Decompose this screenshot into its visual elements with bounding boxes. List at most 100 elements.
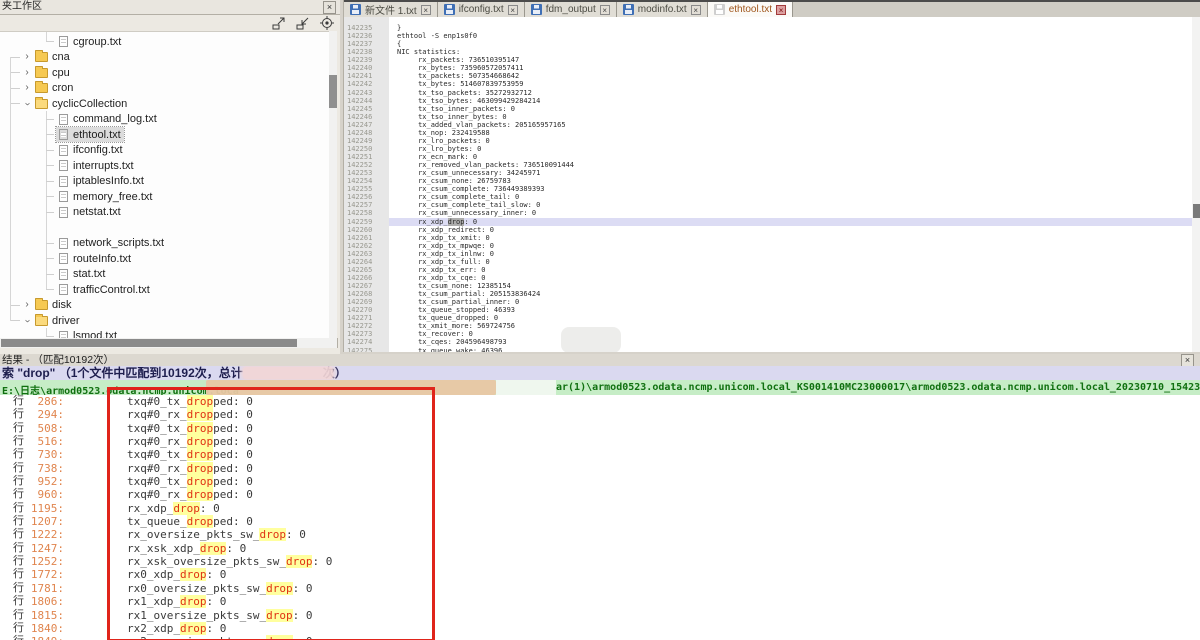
tree-item-lsmod-txt[interactable]: lsmod.txt (0, 329, 336, 339)
tab--1-txt[interactable]: 新文件 1.txt× (344, 2, 438, 17)
tree-item-target[interactable]: cyclicCollection (32, 96, 130, 111)
editor-line[interactable]: 142272 tx_xmit_more: 569724756 (344, 322, 1192, 330)
editor-line[interactable]: 142239 rx_packets: 736510395147 (344, 56, 1192, 64)
editor-line[interactable]: 142249 rx_lro_packets: 0 (344, 137, 1192, 145)
tree-item-cycliccollection[interactable]: ›cyclicCollection (0, 96, 336, 112)
tree-item-target[interactable]: netstat.txt (56, 205, 124, 220)
editor-line[interactable]: 142254 rx_csum_none: 26759783 (344, 177, 1192, 185)
chevron-down-icon[interactable]: › (22, 99, 32, 109)
editor-line[interactable]: 142263 rx_xdp_tx_inlnw: 0 (344, 250, 1192, 258)
search-result-row[interactable]: 行738:rxq#0_rx_dropped: 0 (0, 462, 1200, 475)
tree-item-target[interactable]: stat.txt (56, 267, 108, 282)
chevron-right-icon[interactable]: › (22, 300, 32, 310)
editor-line[interactable]: 142275 tx_queue_wake: 46396 (344, 347, 1192, 353)
locate-current-file-icon[interactable] (320, 16, 334, 30)
tree-item-target[interactable]: trafficControl.txt (56, 282, 153, 297)
tab-fdm-output[interactable]: fdm_output× (525, 2, 617, 17)
editor-line[interactable]: 142258 rx_csum_unnecessary_inner: 0 (344, 209, 1192, 217)
tab-ifconfig-txt[interactable]: ifconfig.txt× (438, 2, 525, 17)
tree-item-routeinfo-txt[interactable]: routeInfo.txt (0, 251, 336, 267)
tree-item-cron[interactable]: ›cron (0, 81, 336, 97)
search-result-row[interactable]: 行1840:rx2_xdp_drop: 0 (0, 622, 1200, 635)
tree-item-trafficcontrol-txt[interactable]: trafficControl.txt (0, 282, 336, 298)
editor-line[interactable]: 142248 tx_nop: 232419588 (344, 129, 1192, 137)
editor-line[interactable]: 142251 rx_ecn_mark: 0 (344, 153, 1192, 161)
chevron-right-icon[interactable]: › (22, 68, 32, 78)
tree-item-target[interactable]: disk (32, 298, 75, 313)
editor-line[interactable]: 142246 tx_tso_inner_bytes: 0 (344, 113, 1192, 121)
search-result-row[interactable]: 行952:txq#0_tx_dropped: 0 (0, 475, 1200, 488)
chevron-right-icon[interactable]: › (22, 83, 32, 93)
tree-item-ethtool-txt[interactable]: ethtool.txt (0, 127, 336, 143)
editor-line[interactable]: 142245 tx_tso_inner_packets: 0 (344, 105, 1192, 113)
editor-line[interactable]: 142270 tx_queue_stopped: 46393 (344, 306, 1192, 314)
search-result-row[interactable]: 行1247:rx_xsk_xdp_drop: 0 (0, 542, 1200, 555)
expand-all-icon[interactable] (272, 17, 287, 30)
search-result-row[interactable]: 行1222:rx_oversize_pkts_sw_drop: 0 (0, 528, 1200, 541)
tree-item-target[interactable]: interrupts.txt (56, 158, 137, 173)
search-result-row[interactable]: 行1781:rx0_oversize_pkts_sw_drop: 0 (0, 582, 1200, 595)
tree-item-iptablesinfo-txt[interactable]: iptablesInfo.txt (0, 174, 336, 190)
editor-line[interactable]: 142259 rx_xdp_drop: 0 (344, 218, 1192, 226)
tree-item-target[interactable]: iptablesInfo.txt (56, 174, 147, 189)
tree-item-target[interactable]: cpu (32, 65, 73, 80)
chevron-down-icon[interactable]: › (22, 316, 32, 326)
editor-line[interactable]: 142269 tx_csum_partial_inner: 0 (344, 298, 1192, 306)
tab-close-icon[interactable]: × (600, 5, 610, 15)
editor-line[interactable]: 142261 rx_xdp_tx_xmit: 0 (344, 234, 1192, 242)
editor-line[interactable]: 142266 rx_xdp_tx_cqe: 0 (344, 274, 1192, 282)
tree-horizontal-scrollbar[interactable] (0, 338, 338, 348)
search-result-row[interactable]: 行516:rxq#0_rx_dropped: 0 (0, 435, 1200, 448)
tab-modinfo-txt[interactable]: modinfo.txt× (617, 2, 708, 17)
editor-line[interactable]: 142271 tx_queue_dropped: 0 (344, 314, 1192, 322)
tree-item-cpu[interactable]: ›cpu (0, 65, 336, 81)
search-result-row[interactable]: 行1849:rx2_oversize_pkts_sw_drop: 0 (0, 635, 1200, 640)
editor-line[interactable]: 142262 rx_xdp_tx_mpwqe: 0 (344, 242, 1192, 250)
matched-file-path[interactable]: E:\日志\armod0523.odata.ncmp.unicom.loca a… (0, 380, 1200, 395)
workspace-close-button[interactable]: × (323, 1, 336, 14)
editor-line[interactable]: 142235} (344, 24, 1192, 32)
tree-item-target[interactable]: cron (32, 81, 76, 96)
editor-line[interactable]: 142242 tx_bytes: 514607839753959 (344, 80, 1192, 88)
editor-line[interactable]: 142241 tx_packets: 507354668642 (344, 72, 1192, 80)
editor-line[interactable]: 142257 rx_csum_complete_tail_slow: 0 (344, 201, 1192, 209)
collapse-all-icon[interactable] (296, 17, 311, 30)
tree-item-target[interactable]: network_scripts.txt (56, 236, 167, 251)
tree-item-netstat-txt[interactable]: netstat.txt (0, 205, 336, 221)
tree-item-cna[interactable]: ›cna (0, 50, 336, 66)
tree-item-target[interactable]: cna (32, 50, 73, 65)
chevron-right-icon[interactable]: › (22, 52, 32, 62)
editor-line[interactable]: 142274 tx_cqes: 204596498793 (344, 338, 1192, 346)
editor-line[interactable]: 142265 rx_xdp_tx_err: 0 (344, 266, 1192, 274)
editor-line[interactable]: 142240 rx_bytes: 735960572057411 (344, 64, 1192, 72)
tab-ethtool-txt[interactable]: ethtool.txt× (708, 2, 793, 17)
search-result-row[interactable]: 行1772:rx0_xdp_drop: 0 (0, 568, 1200, 581)
tree-item-network-scripts-txt[interactable]: network_scripts.txt (0, 236, 336, 252)
editor-line[interactable]: 142273 tx_recover: 0 (344, 330, 1192, 338)
editor-line[interactable]: 142244 tx_tso_bytes: 463099429284214 (344, 97, 1192, 105)
search-result-row[interactable]: 行1815:rx1_oversize_pkts_sw_drop: 0 (0, 609, 1200, 622)
editor-line[interactable]: 142256 rx_csum_complete_tail: 0 (344, 193, 1192, 201)
tree-horizontal-scrollbar-thumb[interactable] (1, 339, 297, 347)
tree-item-ifconfig-txt[interactable]: ifconfig.txt (0, 143, 336, 159)
editor-vertical-scrollbar[interactable] (1192, 17, 1200, 352)
search-result-row[interactable]: 行286:txq#0_tx_dropped: 0 (0, 395, 1200, 408)
tree-item-target[interactable]: command_log.txt (56, 112, 160, 127)
search-result-row[interactable]: 行508:txq#0_tx_dropped: 0 (0, 422, 1200, 435)
editor-line[interactable]: 142247 tx_added_vlan_packets: 2051659571… (344, 121, 1192, 129)
tree-item-memory-free-txt[interactable]: memory_free.txt (0, 189, 336, 205)
editor-line[interactable]: 142252 rx_removed_vlan_packets: 73651009… (344, 161, 1192, 169)
tree-item-stat-txt[interactable]: stat.txt (0, 267, 336, 283)
tree-item-redacted[interactable] (0, 220, 336, 236)
editor-line[interactable]: 142238NIC statistics: (344, 48, 1192, 56)
tree-item-command-log-txt[interactable]: command_log.txt (0, 112, 336, 128)
editor-line[interactable]: 142267 tx_csum_none: 12385154 (344, 282, 1192, 290)
editor-line[interactable]: 142264 rx_xdp_tx_full: 0 (344, 258, 1192, 266)
editor-line[interactable]: 142260 rx_xdp_redirect: 0 (344, 226, 1192, 234)
tab-close-icon[interactable]: × (421, 5, 431, 15)
tab-close-icon[interactable]: × (776, 5, 786, 15)
editor-line[interactable]: 142237{ (344, 40, 1192, 48)
search-result-row[interactable]: 行730:txq#0_tx_dropped: 0 (0, 448, 1200, 461)
tree-item-target[interactable]: ethtool.txt (56, 127, 124, 142)
tree-item-disk[interactable]: ›disk (0, 298, 336, 314)
